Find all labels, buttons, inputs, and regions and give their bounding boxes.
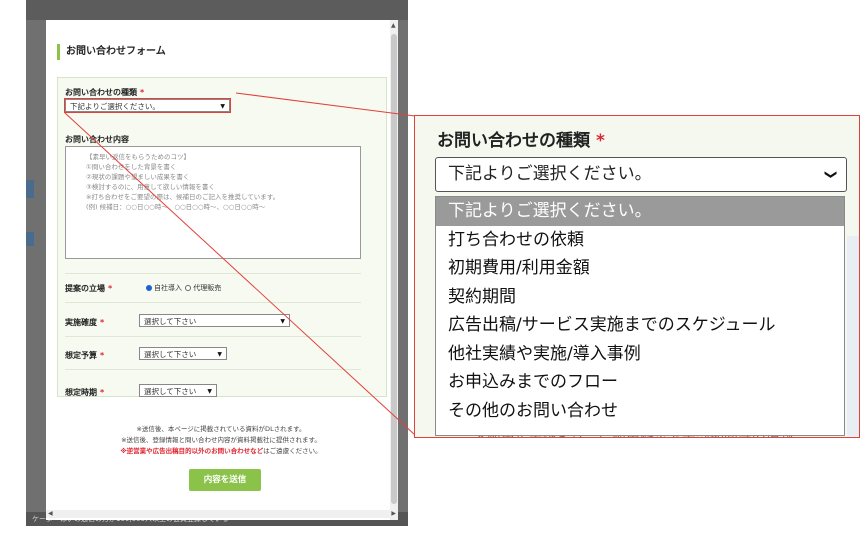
scroll-right-icon[interactable]: ▶ <box>391 510 396 518</box>
inquiry-modal: お問い合わせフォーム お問い合わせの種類 * 下記よりご選択ください。 ▼ お問い… <box>46 20 398 520</box>
inquiry-content-textarea[interactable]: 【素早い返信をもらうためのコツ】 ①問い合わせをした背景を書く ②現状の課題や望… <box>65 146 361 259</box>
chevron-down-icon: ▼ <box>207 388 212 395</box>
horizontal-scrollbar[interactable]: ◀ ▶ <box>46 510 398 518</box>
chevron-down-icon: ▼ <box>280 318 285 325</box>
radio-agency-sales[interactable] <box>185 285 192 291</box>
field-divider <box>65 369 361 370</box>
form-notes: ※送信後、本ページに掲載されている資料がDLされます。 ※送信後、登録情報と問い… <box>120 425 322 455</box>
zoom-inquiry-type-select[interactable]: 下記よりご選択ください。 ❯ <box>435 157 847 192</box>
chevron-down-icon: ▼ <box>220 103 225 110</box>
zoom-side-bar <box>847 236 859 436</box>
timing-label: 想定時期 * <box>65 388 105 397</box>
chevron-down-icon: ❯ <box>824 169 839 180</box>
dropdown-option[interactable]: お申込みまでのフロー <box>436 368 844 397</box>
submit-button[interactable]: 内容を送信 <box>189 469 261 491</box>
scrollbar-thumb[interactable] <box>391 34 397 504</box>
modal-scrollbar[interactable]: ▲ ▼ <box>390 20 398 520</box>
form-screenshot: ケーターはいの通信の方が100,000人以上の会員登録している お問い合わせフォ… <box>26 0 408 526</box>
dropdown-option[interactable]: 他社実績や実施/導入事例 <box>436 340 844 369</box>
zoom-inquiry-type-label: お問い合わせの種類 * <box>437 131 605 151</box>
dropdown-option[interactable]: 契約期間 <box>436 283 844 312</box>
field-divider <box>65 302 361 303</box>
chevron-down-icon: ▼ <box>217 351 222 358</box>
field-divider <box>65 336 361 337</box>
position-label: 提案の立場 * <box>65 284 113 293</box>
dropdown-option[interactable]: その他のお問い合わせ <box>436 397 844 426</box>
background-side-mark <box>26 232 34 246</box>
accuracy-select[interactable]: 選択して下さい ▼ <box>139 314 290 327</box>
scroll-up-icon[interactable]: ▲ <box>391 22 396 29</box>
accuracy-label: 実施確度 * <box>65 318 105 327</box>
background-side-mark <box>26 180 34 198</box>
dropdown-option[interactable]: 初期費用/利用金額 <box>436 254 844 283</box>
inquiry-type-dropdown: 下記よりご選択ください。 打ち合わせの依頼 初期費用/利用金額 契約期間 広告出… <box>435 196 845 436</box>
inquiry-type-label: お問い合わせの種類 * <box>65 88 145 97</box>
form-title: お問い合わせフォーム <box>57 44 166 60</box>
dropdown-option[interactable]: 下記よりご選択ください。 <box>436 197 844 226</box>
position-radio-group: 自社導入 代理販売 <box>146 283 221 293</box>
background-header <box>26 0 408 20</box>
budget-select[interactable]: 選択して下さい ▼ <box>139 347 227 360</box>
inquiry-type-select[interactable]: 下記よりご選択ください。 ▼ <box>64 98 231 113</box>
dropdown-option[interactable]: 打ち合わせの依頼 <box>436 226 844 255</box>
inquiry-content-label: お問い合わせ内容 <box>65 135 129 144</box>
budget-label: 想定予算 * <box>65 351 105 360</box>
dropdown-option[interactable]: 広告出稿/サービス実施までのスケジュール <box>436 311 844 340</box>
zoom-panel: ※利用企業様より、ご利用料金や契約期間等の情報 お問い合わせの種類* 下記よりご… <box>414 115 860 438</box>
field-divider <box>65 273 361 274</box>
scroll-left-icon[interactable]: ◀ <box>48 510 53 518</box>
timing-select[interactable]: 選択して下さい ▼ <box>139 384 217 397</box>
radio-self-adoption[interactable] <box>146 285 152 291</box>
